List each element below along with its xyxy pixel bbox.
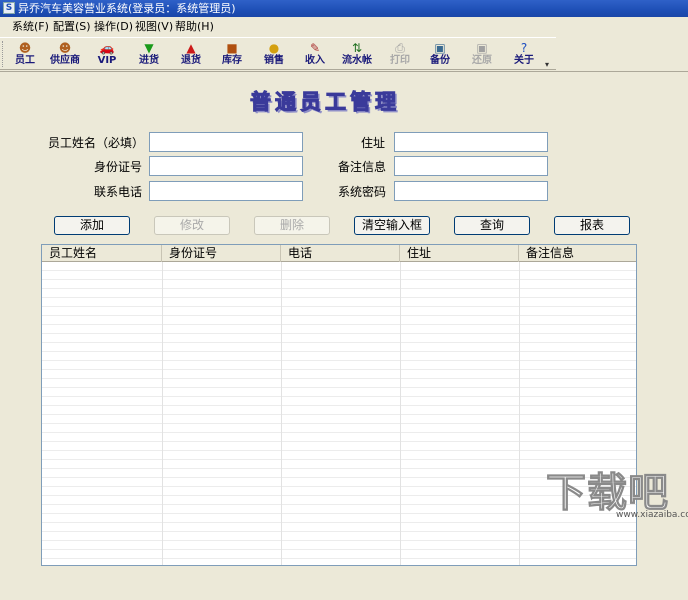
toolbar: ☻ 员工 ☻ 供应商 🚗 VIP ▼ 进货 ▲ 退货 ■ 库存 ● 销售 ✎ 收… <box>0 37 556 70</box>
toolbar-supplier-button[interactable]: ☻ 供应商 <box>48 40 82 69</box>
clear-inputs-button[interactable]: 清空输入框 <box>354 216 430 235</box>
app-icon: S <box>3 2 15 14</box>
column-divider <box>400 262 401 565</box>
menu-help[interactable]: 帮助(H) <box>173 20 216 34</box>
toolbar-label: 退货 <box>181 55 201 66</box>
coin-icon: ● <box>268 41 280 55</box>
toolbar-sales-button[interactable]: ● 销售 <box>257 40 291 69</box>
watermark-logo: 下载吧 www.xiazaiba.com <box>546 460 688 524</box>
address-field[interactable] <box>394 132 548 152</box>
watermark-url: www.xiazaiba.com <box>616 510 688 520</box>
toolbar-label: 员工 <box>15 55 35 66</box>
remarks-label: 备注信息 <box>338 160 387 174</box>
name-label: 员工姓名（必填） <box>48 136 145 150</box>
toolbar-label: 收入 <box>305 55 325 66</box>
toolbar-label: 销售 <box>264 55 284 66</box>
remarks-field[interactable] <box>394 156 548 176</box>
ledger-icon: ⇅ <box>351 41 363 55</box>
toolbar-inventory-button[interactable]: ■ 库存 <box>215 40 249 69</box>
delete-button[interactable]: 删除 <box>254 216 330 235</box>
name-field[interactable] <box>149 132 303 152</box>
id-number-field[interactable] <box>149 156 303 176</box>
menu-config[interactable]: 配置(S) <box>51 20 93 34</box>
toolbar-purchase-button[interactable]: ▼ 进货 <box>132 40 166 69</box>
toolbar-label: VIP <box>97 55 117 66</box>
password-label: 系统密码 <box>338 185 387 199</box>
toolbar-label: 流水帐 <box>342 55 372 66</box>
column-header-phone[interactable]: 电话 <box>281 245 400 262</box>
column-divider <box>162 262 163 565</box>
restore-icon: ▣ <box>476 41 488 55</box>
backup-icon: ▣ <box>434 41 446 55</box>
menu-system[interactable]: 系统(F) <box>10 20 51 34</box>
toolbar-label: 进货 <box>139 55 159 66</box>
inventory-icon: ■ <box>226 41 238 55</box>
employee-icon: ☻ <box>18 41 32 55</box>
income-icon: ✎ <box>309 41 321 55</box>
toolbar-label: 库存 <box>222 55 242 66</box>
modify-button[interactable]: 修改 <box>154 216 230 235</box>
column-header-address[interactable]: 住址 <box>400 245 519 262</box>
query-button[interactable]: 查询 <box>454 216 530 235</box>
arrow-down-icon: ▼ <box>144 41 154 55</box>
toolbar-restore-button[interactable]: ▣ 还原 <box>465 40 499 69</box>
column-header-id-number[interactable]: 身份证号 <box>162 245 281 262</box>
toolbar-employee-button[interactable]: ☻ 员工 <box>8 40 42 69</box>
column-header-remarks[interactable]: 备注信息 <box>519 245 636 262</box>
table-header: 员工姓名 身份证号 电话 住址 备注信息 <box>42 245 636 262</box>
toolbar-grip[interactable] <box>2 41 5 67</box>
supplier-icon: ☻ <box>58 41 72 55</box>
window-title: 异乔汽车美容营业系统(登录员：系统管理员) <box>18 2 236 15</box>
column-divider <box>281 262 282 565</box>
menubar: 系统(F) 配置(S) 操作(D) 视图(V) 帮助(H) <box>0 17 688 37</box>
toolbar-label: 关于 <box>514 55 534 66</box>
report-button[interactable]: 报表 <box>554 216 630 235</box>
toolbar-label: 备份 <box>430 55 450 66</box>
printer-icon: ⎙ <box>395 41 405 55</box>
window-titlebar: S 异乔汽车美容营业系统(登录员：系统管理员) <box>0 0 688 17</box>
toolbar-label: 打印 <box>390 55 410 66</box>
address-label: 住址 <box>361 136 386 150</box>
column-divider <box>519 262 520 565</box>
phone-label: 联系电话 <box>94 185 143 199</box>
toolbar-vip-button[interactable]: 🚗 VIP <box>90 40 124 69</box>
menu-view[interactable]: 视图(V) <box>133 20 175 34</box>
toolbar-label: 供应商 <box>50 55 80 66</box>
toolbar-overflow-icon[interactable]: ▾ <box>545 60 553 69</box>
toolbar-print-button[interactable]: ⎙ 打印 <box>383 40 417 69</box>
phone-field[interactable] <box>149 181 303 201</box>
id-number-label: 身份证号 <box>94 160 143 174</box>
page-title: 普通员工管理 <box>250 90 400 115</box>
arrow-up-icon: ▲ <box>186 41 196 55</box>
toolbar-return-button[interactable]: ▲ 退货 <box>174 40 208 69</box>
help-icon: ? <box>520 41 528 55</box>
toolbar-income-button[interactable]: ✎ 收入 <box>298 40 332 69</box>
password-field[interactable] <box>394 181 548 201</box>
toolbar-backup-button[interactable]: ▣ 备份 <box>423 40 457 69</box>
menu-operation[interactable]: 操作(D) <box>92 20 135 34</box>
column-header-name[interactable]: 员工姓名 <box>42 245 162 262</box>
add-button[interactable]: 添加 <box>54 216 130 235</box>
toolbar-about-button[interactable]: ? 关于 <box>507 40 541 69</box>
toolbar-label: 还原 <box>472 55 492 66</box>
car-icon: 🚗 <box>99 41 115 55</box>
toolbar-ledger-button[interactable]: ⇅ 流水帐 <box>340 40 374 69</box>
